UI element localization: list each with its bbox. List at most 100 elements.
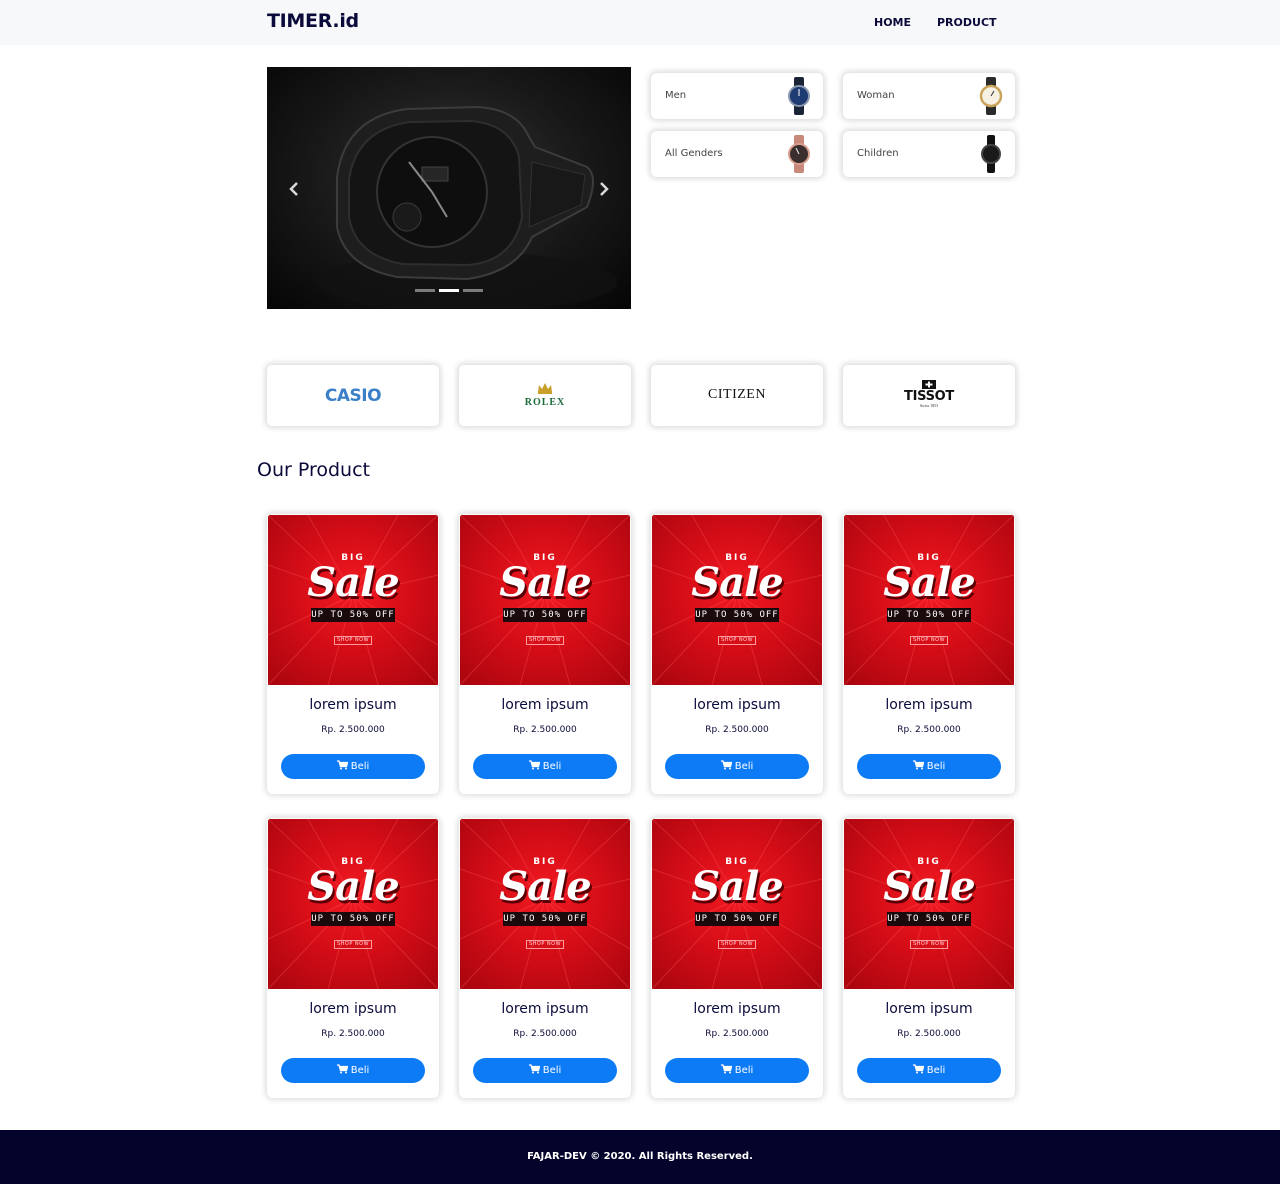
sale-word-text: Sale [499, 863, 591, 910]
nav-link-home[interactable]: HOME [874, 16, 911, 29]
cart-icon [336, 1064, 348, 1074]
tissot-cross-icon [922, 380, 936, 389]
product-card[interactable]: BIG Sale UP TO 50% OFF SHOP NOW lorem ip… [267, 514, 439, 794]
buy-button[interactable]: Beli [857, 754, 1001, 779]
product-sale-image: BIG Sale UP TO 50% OFF SHOP NOW [652, 515, 822, 685]
cart-icon [912, 1064, 924, 1074]
product-price: Rp. 2.500.000 [897, 1029, 961, 1039]
section-title: Our Product [257, 459, 370, 481]
brand-logo[interactable]: TIMER.id [267, 10, 359, 32]
crown-icon [538, 383, 552, 394]
category-card-all-genders[interactable]: All Genders [651, 131, 823, 177]
product-price: Rp. 2.500.000 [705, 1029, 769, 1039]
sale-shop-text: SHOP NOW [526, 636, 564, 645]
footer-copyright: FAJAR-DEV © 2020. All Rights Reserved. [527, 1151, 753, 1162]
product-card[interactable]: BIG Sale UP TO 50% OFF SHOP NOW lorem ip… [651, 514, 823, 794]
buy-button-label: Beli [350, 761, 370, 772]
product-price: Rp. 2.500.000 [321, 1029, 385, 1039]
sale-offer-text: UP TO 50% OFF [695, 608, 779, 622]
carousel-indicator-1[interactable] [415, 289, 435, 292]
product-sale-image: BIG Sale UP TO 50% OFF SHOP NOW [460, 819, 630, 989]
buy-button-label: Beli [734, 761, 754, 772]
sale-word-text: Sale [883, 863, 975, 910]
product-name: lorem ipsum [885, 1001, 973, 1017]
category-label: All Genders [665, 148, 723, 159]
watch-thumbnail-icon [788, 77, 810, 115]
sale-shop-text: SHOP NOW [910, 636, 948, 645]
product-card[interactable]: BIG Sale UP TO 50% OFF SHOP NOW lorem ip… [267, 818, 439, 1098]
cart-icon [720, 1064, 732, 1074]
sale-shop-text: SHOP NOW [718, 636, 756, 645]
product-card[interactable]: BIG Sale UP TO 50% OFF SHOP NOW lorem ip… [651, 818, 823, 1098]
sale-offer-text: UP TO 50% OFF [887, 912, 971, 926]
cart-icon [528, 760, 540, 770]
carousel-indicator-3[interactable] [463, 289, 483, 292]
watch-thumbnail-icon [979, 77, 1003, 115]
chevron-left-icon [289, 182, 298, 196]
buy-button[interactable]: Beli [281, 1058, 425, 1083]
sale-word-text: Sale [883, 559, 975, 606]
product-price: Rp. 2.500.000 [897, 725, 961, 735]
brand-card-citizen[interactable]: CITIZEN [651, 365, 823, 426]
product-name: lorem ipsum [693, 697, 781, 713]
category-card-woman[interactable]: Woman [843, 73, 1015, 119]
sale-offer-text: UP TO 50% OFF [503, 608, 587, 622]
navbar: TIMER.id HOME PRODUCT [0, 0, 1280, 45]
product-name: lorem ipsum [885, 697, 973, 713]
category-label: Woman [857, 90, 895, 101]
cart-icon [528, 1064, 540, 1074]
product-sale-image: BIG Sale UP TO 50% OFF SHOP NOW [268, 819, 438, 989]
product-name: lorem ipsum [693, 1001, 781, 1017]
product-name: lorem ipsum [501, 1001, 589, 1017]
buy-button-label: Beli [542, 1065, 562, 1076]
sale-offer-text: UP TO 50% OFF [887, 608, 971, 622]
brand-card-casio[interactable]: CASIO [267, 365, 439, 426]
rolex-logo: ROLEX [524, 397, 566, 408]
product-card[interactable]: BIG Sale UP TO 50% OFF SHOP NOW lorem ip… [843, 818, 1015, 1098]
brand-card-rolex[interactable]: ROLEX [459, 365, 631, 426]
buy-button[interactable]: Beli [473, 1058, 617, 1083]
category-card-children[interactable]: Children [843, 131, 1015, 177]
product-card[interactable]: BIG Sale UP TO 50% OFF SHOP NOW lorem ip… [459, 514, 631, 794]
sale-shop-text: SHOP NOW [526, 940, 564, 949]
chevron-right-icon [600, 182, 609, 196]
sale-offer-text: UP TO 50% OFF [695, 912, 779, 926]
buy-button[interactable]: Beli [473, 754, 617, 779]
product-sale-image: BIG Sale UP TO 50% OFF SHOP NOW [460, 515, 630, 685]
buy-button[interactable]: Beli [857, 1058, 1001, 1083]
sale-shop-text: SHOP NOW [334, 940, 372, 949]
watch-hero-image [317, 105, 617, 309]
brand-card-tissot[interactable]: TISSOT Swiss 1853 [843, 365, 1015, 426]
sale-word-text: Sale [691, 863, 783, 910]
buy-button-label: Beli [542, 761, 562, 772]
product-price: Rp. 2.500.000 [513, 1029, 577, 1039]
buy-button[interactable]: Beli [281, 754, 425, 779]
category-label: Children [857, 148, 899, 159]
product-card[interactable]: BIG Sale UP TO 50% OFF SHOP NOW lorem ip… [459, 818, 631, 1098]
nav-link-product[interactable]: PRODUCT [937, 16, 997, 29]
sale-offer-text: UP TO 50% OFF [503, 912, 587, 926]
carousel-prev-button[interactable] [284, 177, 304, 201]
sale-word-text: Sale [691, 559, 783, 606]
buy-button-label: Beli [926, 1065, 946, 1076]
watch-thumbnail-icon [788, 135, 810, 173]
cart-icon [336, 760, 348, 770]
carousel-indicators [267, 289, 631, 292]
category-card-men[interactable]: Men [651, 73, 823, 119]
buy-button[interactable]: Beli [665, 1058, 809, 1083]
sale-word-text: Sale [307, 863, 399, 910]
product-name: lorem ipsum [309, 697, 397, 713]
tissot-subtitle: Swiss 1853 [919, 403, 939, 408]
product-sale-image: BIG Sale UP TO 50% OFF SHOP NOW [652, 819, 822, 989]
casio-logo: CASIO [324, 386, 382, 406]
buy-button[interactable]: Beli [665, 754, 809, 779]
sale-shop-text: SHOP NOW [334, 636, 372, 645]
product-card[interactable]: BIG Sale UP TO 50% OFF SHOP NOW lorem ip… [843, 514, 1015, 794]
sale-word-text: Sale [307, 559, 399, 606]
buy-button-label: Beli [734, 1065, 754, 1076]
sale-word-text: Sale [499, 559, 591, 606]
carousel-next-button[interactable] [594, 177, 614, 201]
carousel-indicator-2[interactable] [439, 289, 459, 292]
product-name: lorem ipsum [309, 1001, 397, 1017]
buy-button-label: Beli [926, 761, 946, 772]
